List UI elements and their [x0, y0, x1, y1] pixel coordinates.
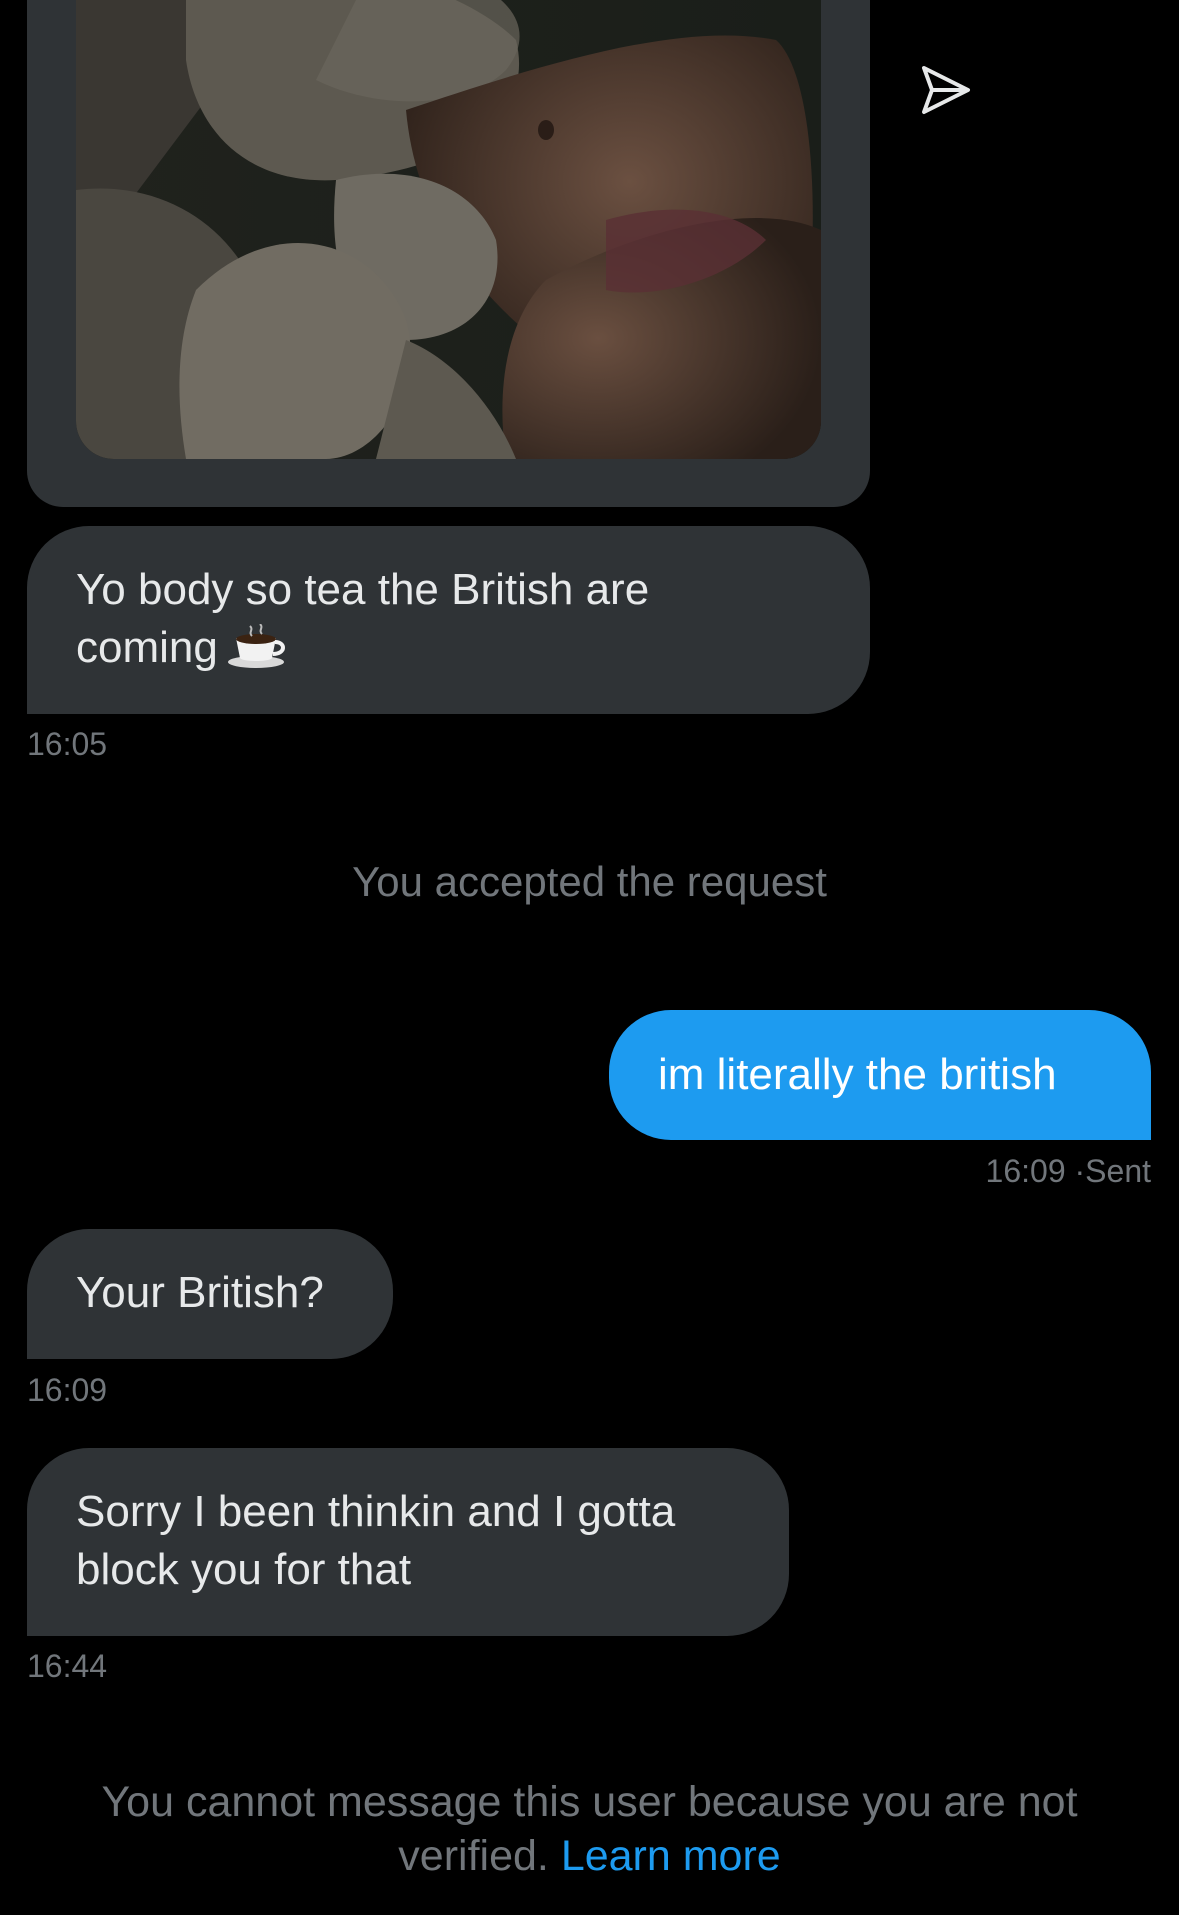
hot-beverage-icon [227, 623, 288, 683]
message-text: Your British? [76, 1268, 324, 1317]
image-message-card[interactable] [27, 0, 870, 507]
status-separator: · [1074, 1153, 1086, 1189]
outgoing-message-bubble[interactable]: im literally the british [609, 1010, 1151, 1140]
request-accepted-notice: You accepted the request [352, 858, 827, 905]
message-timestamp: 16:05 [27, 726, 108, 762]
incoming-message-bubble[interactable]: Your British? [27, 1229, 393, 1359]
message-text-line: block you for that [76, 1545, 412, 1594]
message-timestamp: 16:44 [27, 1648, 108, 1684]
notice-line: verified. Learn more [40, 1829, 1139, 1883]
message-status: 16:09 ·Sent [986, 1152, 1151, 1190]
message-timestamp: 16:09 [985, 1153, 1066, 1189]
cannot-message-notice: You cannot message this user because you… [40, 1775, 1139, 1883]
notice-line: You cannot message this user because you… [101, 1778, 1078, 1826]
photo-image [76, 0, 821, 459]
message-timestamp: 16:09 [27, 1372, 108, 1408]
message-text-line: Sorry I been thinkin and I gotta [76, 1487, 676, 1536]
incoming-message-bubble[interactable]: Sorry I been thinkin and I gotta block y… [27, 1448, 789, 1636]
message-text-line: coming [76, 619, 821, 683]
sent-status: Sent [1085, 1153, 1151, 1189]
message-text-line: Yo body so tea the British are [76, 565, 650, 614]
photo-attachment[interactable] [76, 0, 821, 459]
send-icon[interactable] [918, 62, 974, 118]
notice-text: verified. [398, 1832, 549, 1880]
learn-more-link[interactable]: Learn more [561, 1832, 781, 1880]
message-text: im literally the british [658, 1050, 1057, 1099]
incoming-message-bubble[interactable]: Yo body so tea the British are coming [27, 526, 870, 714]
